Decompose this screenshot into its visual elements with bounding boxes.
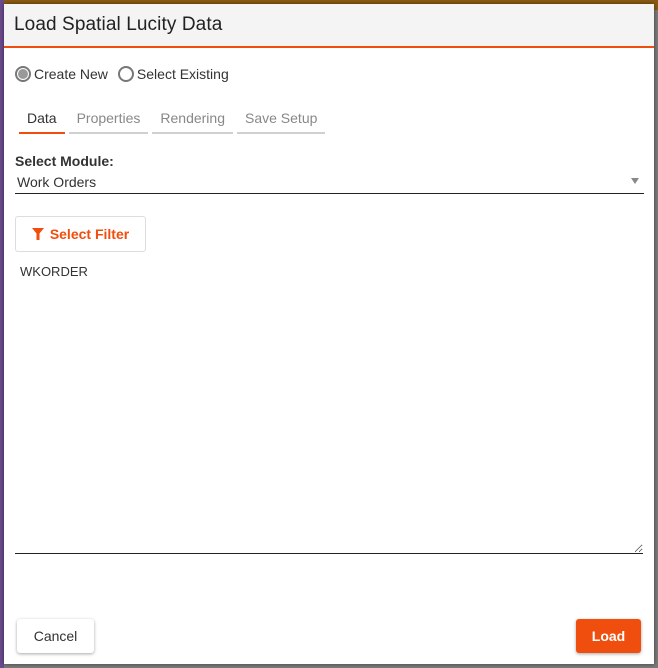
radio-checked-icon[interactable] [15, 66, 31, 82]
tab-data[interactable]: Data [19, 108, 65, 134]
tab-rendering[interactable]: Rendering [152, 108, 233, 134]
radio-create-new[interactable]: Create New [15, 66, 108, 82]
filter-icon [31, 228, 44, 240]
dropdown-arrow-icon [631, 178, 639, 184]
select-module-label: Select Module: [15, 153, 114, 169]
tab-bar: Data Properties Rendering Save Setup [19, 108, 329, 134]
radio-label: Create New [34, 66, 108, 82]
select-filter-button[interactable]: Select Filter [15, 216, 146, 252]
cancel-button[interactable]: Cancel [17, 619, 94, 653]
radio-select-existing[interactable]: Select Existing [117, 66, 229, 82]
load-button[interactable]: Load [576, 619, 641, 653]
dialog-title: Load Spatial Lucity Data [14, 14, 223, 35]
radio-label: Select Existing [136, 66, 229, 82]
load-spatial-data-dialog: Load Spatial Lucity Data Create New Sele… [4, 4, 654, 664]
select-filter-label: Select Filter [49, 226, 130, 242]
mode-radio-group: Create New Select Existing [15, 66, 239, 82]
module-select[interactable]: Work Orders [15, 172, 644, 194]
radio-unchecked-icon[interactable] [117, 66, 134, 82]
module-select-value: Work Orders [17, 174, 97, 190]
dialog-header: Load Spatial Lucity Data [4, 4, 654, 48]
tab-properties[interactable]: Properties [68, 108, 149, 134]
tab-save-setup[interactable]: Save Setup [237, 108, 326, 134]
filter-textarea[interactable]: WKORDER [15, 261, 643, 554]
